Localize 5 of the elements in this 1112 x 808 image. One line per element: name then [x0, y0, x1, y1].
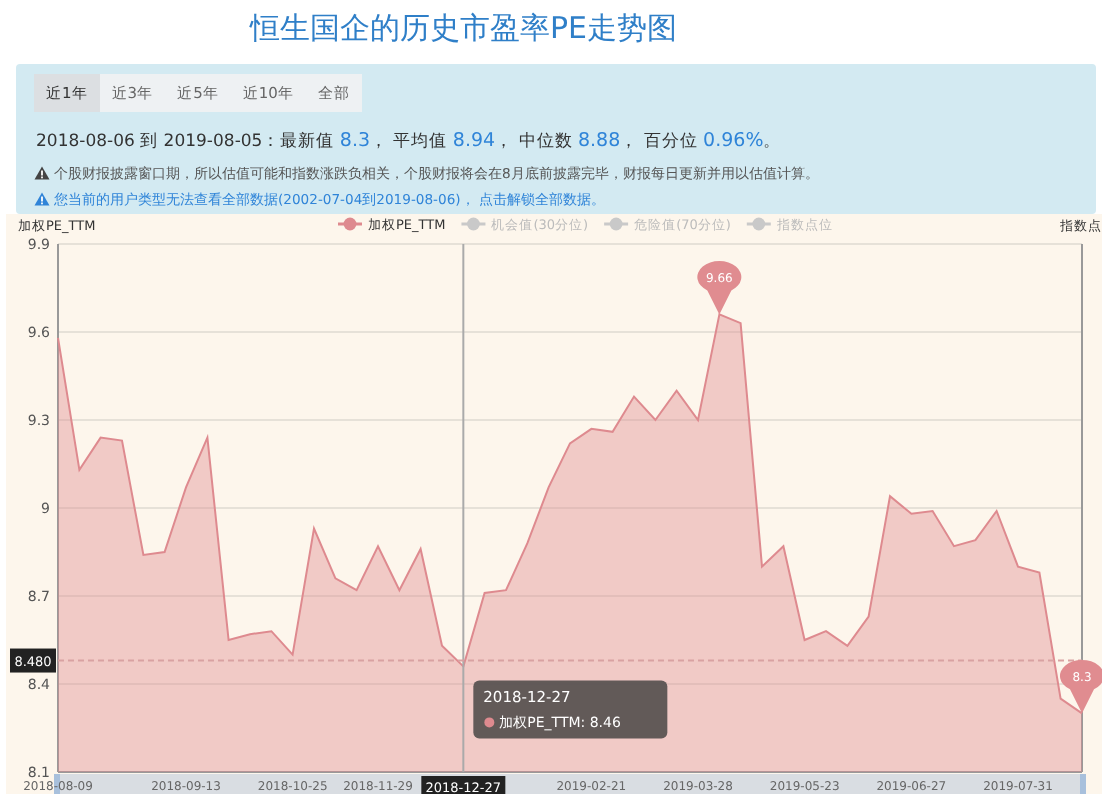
series-dot [484, 717, 495, 728]
page-title: 恒生国企的历史市盈率PE走势图 [247, 8, 680, 50]
warning-icon [34, 191, 50, 206]
warning-icon [34, 165, 50, 179]
summary-text: 2018-08-06 到 2019-08-05：最新值 8.3， 平均值 8.94， 中位数 8.88， 百分位 0.96%。 [36, 128, 784, 157]
